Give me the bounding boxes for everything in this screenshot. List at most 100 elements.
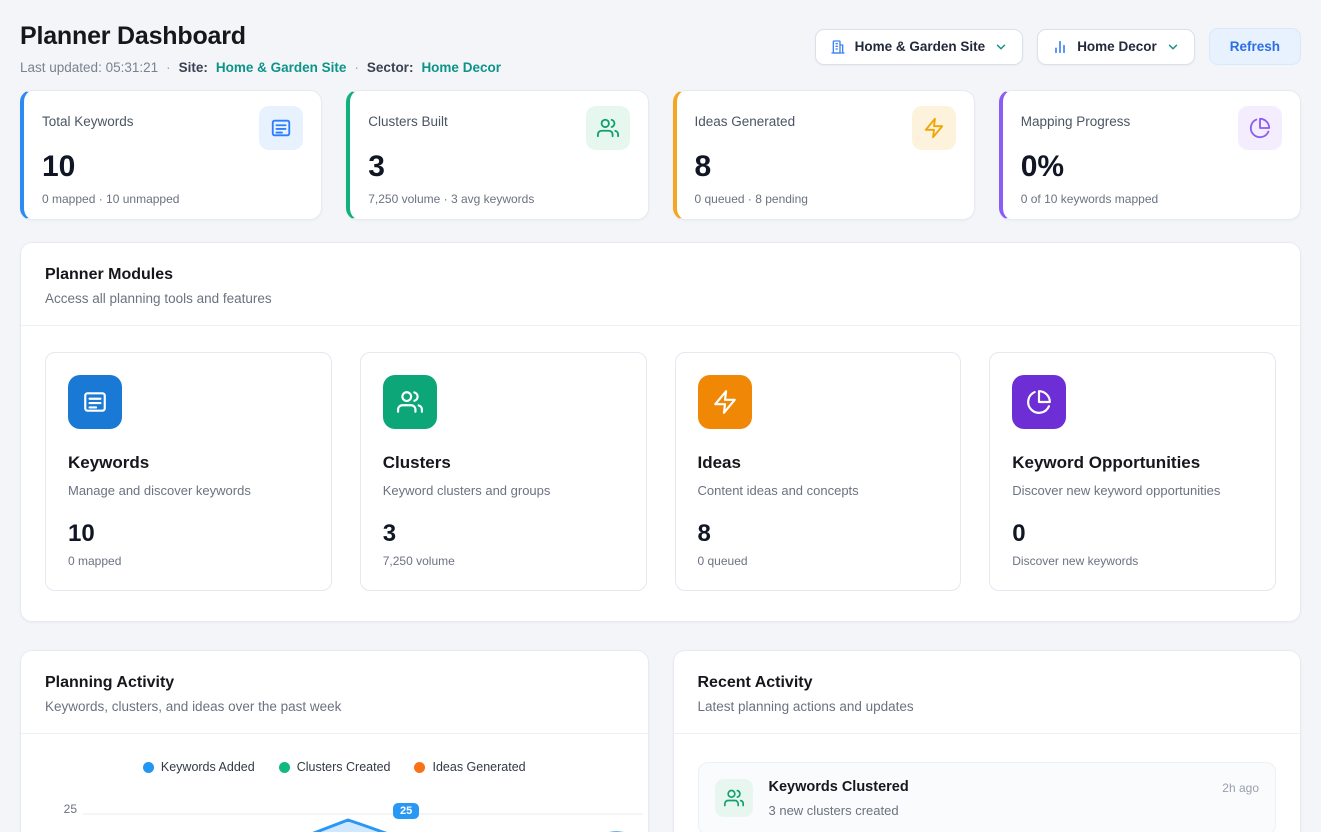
users-icon (586, 106, 630, 150)
divider (21, 733, 648, 734)
stat-cards-row: Total Keywords 10 0 mapped · 10 unmapped… (0, 75, 1321, 220)
meta-separator: · (166, 60, 171, 75)
legend-item-clusters-created: Clusters Created (279, 760, 391, 774)
stat-detail: 0 mapped · 10 unmapped (42, 192, 303, 206)
module-title: Keyword Opportunities (1012, 453, 1253, 473)
stat-value: 8 (695, 150, 956, 183)
bottom-row: Planning Activity Keywords, clusters, an… (20, 650, 1301, 832)
stat-value: 3 (368, 150, 629, 183)
stat-label: Ideas Generated (695, 106, 796, 129)
module-value: 8 (698, 520, 939, 548)
list-icon (259, 106, 303, 150)
activity-item-title: Keywords Clustered (769, 779, 909, 795)
activity-item-body: Keywords Clustered 3 new clusters create… (769, 779, 909, 818)
refresh-button[interactable]: Refresh (1209, 28, 1301, 65)
page-title: Planner Dashboard (20, 22, 501, 51)
module-value: 10 (68, 520, 309, 548)
activity-list-item: Keywords Clustered 3 new clusters create… (698, 762, 1277, 832)
module-card-clusters[interactable]: Clusters Keyword clusters and groups 3 7… (360, 352, 647, 591)
chevron-down-icon (994, 40, 1008, 54)
activity-item-description: 3 new clusters created (769, 803, 909, 818)
site-selector-dropdown[interactable]: Home & Garden Site (815, 29, 1024, 65)
users-icon (383, 375, 437, 429)
legend-label: Ideas Generated (432, 760, 525, 774)
activity-chart: 25 25 24 (21, 786, 648, 832)
planning-activity-card: Planning Activity Keywords, clusters, an… (20, 650, 649, 832)
module-title: Ideas (698, 453, 939, 473)
line-chart-svg (83, 786, 643, 832)
building-icon (830, 39, 846, 55)
stat-card-clusters-built: Clusters Built 3 7,250 volume · 3 avg ke… (346, 90, 648, 220)
recent-activity-card: Recent Activity Latest planning actions … (673, 650, 1302, 832)
list-icon (68, 375, 122, 429)
header-meta: Last updated: 05:31:21 · Site: Home & Ga… (20, 60, 501, 75)
legend-dot-icon (279, 762, 290, 773)
y-axis-tick: 25 (51, 802, 77, 816)
legend-dot-icon (414, 762, 425, 773)
stat-label: Total Keywords (42, 106, 134, 129)
legend-dot-icon (143, 762, 154, 773)
planner-modules-panel: Planner Modules Access all planning tool… (20, 242, 1301, 622)
page-header: Planner Dashboard Last updated: 05:31:21… (0, 0, 1321, 75)
divider (674, 733, 1301, 734)
sector-selector-label: Home Decor (1077, 39, 1157, 54)
module-card-keywords[interactable]: Keywords Manage and discover keywords 10… (45, 352, 332, 591)
module-title: Clusters (383, 453, 624, 473)
module-card-ideas[interactable]: Ideas Content ideas and concepts 8 0 que… (675, 352, 962, 591)
module-description: Manage and discover keywords (68, 483, 309, 498)
planner-modules-header: Planner Modules Access all planning tool… (21, 243, 1300, 325)
site-selector-label: Home & Garden Site (855, 39, 986, 54)
module-title: Keywords (68, 453, 309, 473)
sector-label: Sector: (367, 60, 414, 75)
stat-detail: 7,250 volume · 3 avg keywords (368, 192, 629, 206)
module-description: Discover new keyword opportunities (1012, 483, 1253, 498)
data-point-label: 25 (393, 803, 419, 819)
stat-card-ideas-generated: Ideas Generated 8 0 queued · 8 pending (673, 90, 975, 220)
last-updated-text: Last updated: 05:31:21 (20, 60, 158, 75)
module-value: 3 (383, 520, 624, 548)
bar-chart-icon (1052, 39, 1068, 55)
pie-chart-icon (1012, 375, 1066, 429)
card-title: Planning Activity (45, 674, 624, 692)
header-controls: Home & Garden Site Home Decor Refresh (815, 22, 1301, 65)
stat-card-mapping-progress: Mapping Progress 0% 0 of 10 keywords map… (999, 90, 1301, 220)
pie-chart-icon (1238, 106, 1282, 150)
legend-item-ideas-generated: Ideas Generated (414, 760, 525, 774)
planner-dashboard-page: Planner Dashboard Last updated: 05:31:21… (0, 0, 1321, 832)
module-value: 0 (1012, 520, 1253, 548)
module-description: Content ideas and concepts (698, 483, 939, 498)
module-card-keyword-opportunities[interactable]: Keyword Opportunities Discover new keywo… (989, 352, 1276, 591)
card-subtitle: Keywords, clusters, and ideas over the p… (45, 699, 624, 714)
recent-activity-header: Recent Activity Latest planning actions … (674, 651, 1301, 733)
site-label: Site: (179, 60, 208, 75)
chevron-down-icon (1166, 40, 1180, 54)
card-title: Recent Activity (698, 674, 1277, 692)
legend-item-keywords-added: Keywords Added (143, 760, 255, 774)
stat-detail: 0 queued · 8 pending (695, 192, 956, 206)
module-detail: Discover new keywords (1012, 554, 1253, 568)
card-subtitle: Latest planning actions and updates (698, 699, 1277, 714)
module-detail: 7,250 volume (383, 554, 624, 568)
sector-link[interactable]: Home Decor (421, 60, 501, 75)
legend-label: Clusters Created (297, 760, 391, 774)
stat-value: 10 (42, 150, 303, 183)
planning-activity-header: Planning Activity Keywords, clusters, an… (21, 651, 648, 733)
activity-item-timestamp: 2h ago (1222, 779, 1259, 795)
module-description: Keyword clusters and groups (383, 483, 624, 498)
meta-separator: · (354, 60, 359, 75)
legend-label: Keywords Added (161, 760, 255, 774)
stat-label: Mapping Progress (1021, 106, 1131, 129)
stat-label: Clusters Built (368, 106, 448, 129)
sector-selector-dropdown[interactable]: Home Decor (1037, 29, 1195, 65)
stat-card-total-keywords: Total Keywords 10 0 mapped · 10 unmapped (20, 90, 322, 220)
module-detail: 0 queued (698, 554, 939, 568)
panel-subtitle: Access all planning tools and features (45, 291, 1276, 306)
lightning-icon (698, 375, 752, 429)
stat-detail: 0 of 10 keywords mapped (1021, 192, 1282, 206)
module-detail: 0 mapped (68, 554, 309, 568)
stat-value: 0% (1021, 150, 1282, 183)
header-left: Planner Dashboard Last updated: 05:31:21… (20, 22, 501, 75)
users-icon (715, 779, 753, 817)
module-cards-row: Keywords Manage and discover keywords 10… (21, 326, 1300, 621)
site-link[interactable]: Home & Garden Site (216, 60, 347, 75)
